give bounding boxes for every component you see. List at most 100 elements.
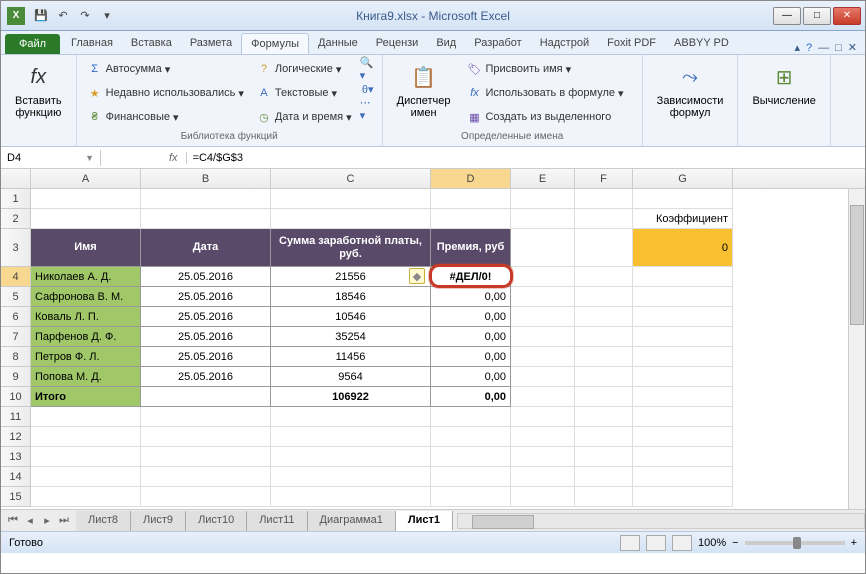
recent-button[interactable]: ★Недавно использовались ▾ [83,83,248,103]
cell-E11[interactable] [511,407,575,427]
cell-C12[interactable] [271,427,431,447]
column-header-F[interactable]: F [575,169,633,188]
cell-C7[interactable]: 35254 [271,327,431,347]
cell-B4[interactable]: 25.05.2016 [141,267,271,287]
cell-G15[interactable] [633,487,733,507]
name-box[interactable]: D4 ▼ [1,150,101,166]
cell-D14[interactable] [431,467,511,487]
cell-D1[interactable] [431,189,511,209]
use-in-formula-button[interactable]: fxИспользовать в формуле ▾ [462,83,627,103]
column-header-C[interactable]: C [271,169,431,188]
zoom-in-button[interactable]: + [851,537,857,549]
row-header-1[interactable]: 1 [1,189,31,209]
cell-D2[interactable] [431,209,511,229]
cell-G5[interactable] [633,287,733,307]
file-tab[interactable]: Файл [5,34,60,54]
cell-F7[interactable] [575,327,633,347]
doc-minimize-icon[interactable]: — [818,42,829,54]
row-header-7[interactable]: 7 [1,327,31,347]
math-icon[interactable]: θ▾ [360,81,376,97]
cell-B15[interactable] [141,487,271,507]
cell-F11[interactable] [575,407,633,427]
cell-G11[interactable] [633,407,733,427]
datetime-button[interactable]: ◷Дата и время ▾ [252,107,356,127]
horizontal-scrollbar[interactable] [457,513,865,529]
cell-F15[interactable] [575,487,633,507]
sheet-next-icon[interactable]: ▸ [39,513,55,529]
cell-A14[interactable] [31,467,141,487]
cell-A8[interactable]: Петров Ф. Л. [31,347,141,367]
sheet-first-icon[interactable]: ⏮ [5,513,21,529]
cell-C11[interactable] [271,407,431,427]
cell-F5[interactable] [575,287,633,307]
cell-G14[interactable] [633,467,733,487]
cell-E5[interactable] [511,287,575,307]
row-header-2[interactable]: 2 [1,209,31,229]
minimize-ribbon-icon[interactable]: ▴ [794,41,800,54]
cell-G4[interactable] [633,267,733,287]
cell-E9[interactable] [511,367,575,387]
cell-F1[interactable] [575,189,633,209]
row-header-13[interactable]: 13 [1,447,31,467]
cell-G2[interactable]: Коэффициент [633,209,733,229]
cell-F12[interactable] [575,427,633,447]
vertical-scrollbar[interactable] [848,189,865,509]
cell-G13[interactable] [633,447,733,467]
ribbon-tab-abbyy pd[interactable]: ABBYY PD [665,33,738,54]
cell-B3[interactable]: Дата [141,229,271,267]
cell-E7[interactable] [511,327,575,347]
error-smarttag-icon[interactable]: ◆ [409,268,425,284]
ribbon-tab-главная[interactable]: Главная [62,33,122,54]
page-break-button[interactable] [672,535,692,551]
row-header-14[interactable]: 14 [1,467,31,487]
cell-F13[interactable] [575,447,633,467]
financial-button[interactable]: ₴Финансовые ▾ [83,107,248,127]
row-header-5[interactable]: 5 [1,287,31,307]
cell-A4[interactable]: Николаев А. Д. [31,267,141,287]
row-header-8[interactable]: 8 [1,347,31,367]
row-header-4[interactable]: 4 [1,267,31,287]
cell-D11[interactable] [431,407,511,427]
cell-A2[interactable] [31,209,141,229]
text-button[interactable]: AТекстовые ▾ [252,83,356,103]
cell-C14[interactable] [271,467,431,487]
doc-close-icon[interactable]: ✕ [848,41,857,54]
cell-F3[interactable] [575,229,633,267]
sheet-tab-Диаграмма1[interactable]: Диаграмма1 [308,511,396,531]
cell-A5[interactable]: Сафронова В. М. [31,287,141,307]
cell-G7[interactable] [633,327,733,347]
column-header-G[interactable]: G [633,169,733,188]
row-header-15[interactable]: 15 [1,487,31,507]
undo-icon[interactable]: ↶ [53,6,73,26]
lookup-icon[interactable]: 🔍▾ [360,61,376,77]
cell-A7[interactable]: Парфенов Д. Ф. [31,327,141,347]
name-manager-button[interactable]: 📋 Диспетчер имен [389,57,459,129]
ribbon-tab-рецензи[interactable]: Рецензи [367,33,428,54]
cell-C8[interactable]: 11456 [271,347,431,367]
formula-input[interactable] [187,150,865,166]
cell-A9[interactable]: Попова М. Д. [31,367,141,387]
ribbon-tab-foxit pdf[interactable]: Foxit PDF [598,33,665,54]
cell-F9[interactable] [575,367,633,387]
ribbon-tab-формулы[interactable]: Формулы [241,33,309,54]
cell-C15[interactable] [271,487,431,507]
cell-E4[interactable] [511,267,575,287]
column-header-B[interactable]: B [141,169,271,188]
row-header-3[interactable]: 3 [1,229,31,267]
ribbon-tab-данные[interactable]: Данные [309,33,367,54]
ribbon-tab-надстрой[interactable]: Надстрой [531,33,598,54]
cell-B5[interactable]: 25.05.2016 [141,287,271,307]
define-name-button[interactable]: 🏷Присвоить имя ▾ [462,59,627,79]
ribbon-tab-разработ[interactable]: Разработ [465,33,530,54]
row-header-6[interactable]: 6 [1,307,31,327]
cell-A10[interactable]: Итого [31,387,141,407]
cell-A12[interactable] [31,427,141,447]
sheet-tab-Лист11[interactable]: Лист11 [247,511,307,531]
cell-F4[interactable] [575,267,633,287]
cell-B14[interactable] [141,467,271,487]
scroll-thumb[interactable] [850,205,864,325]
cell-D5[interactable]: 0,00 [431,287,511,307]
cell-B2[interactable] [141,209,271,229]
cell-G9[interactable] [633,367,733,387]
cell-F6[interactable] [575,307,633,327]
